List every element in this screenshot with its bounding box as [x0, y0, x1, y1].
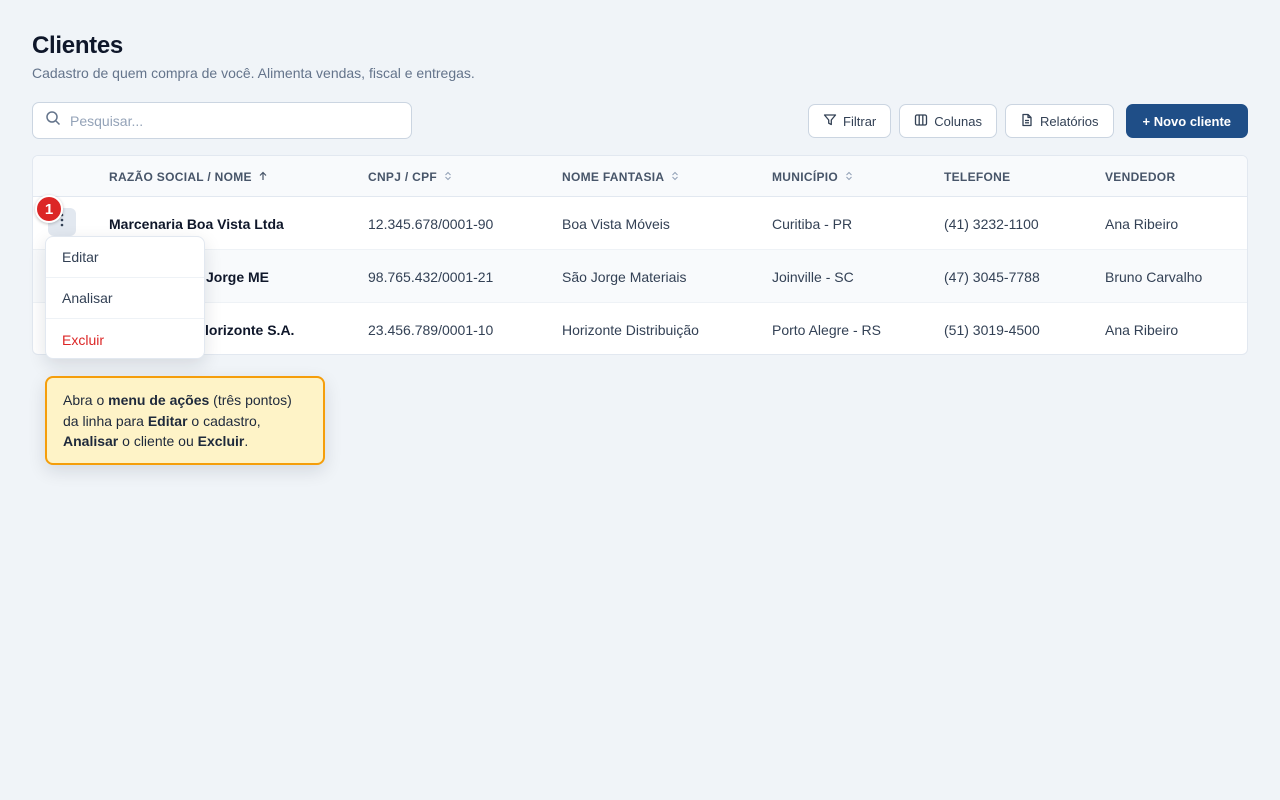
cell-telefone: (51) 3019-4500	[944, 321, 1040, 338]
table-header: RAZÃO SOCIAL / NOME CNPJ / CPF NOME FANT…	[33, 156, 1247, 197]
cell-municipio: Joinville - SC	[772, 268, 854, 285]
cell-vendedor: Ana Ribeiro	[1105, 215, 1179, 232]
column-header-cnpj-label: CNPJ / CPF	[368, 169, 438, 184]
column-header-name[interactable]: RAZÃO SOCIAL / NOME	[109, 156, 268, 197]
row-actions-menu: Editar Analisar Excluir	[45, 236, 205, 359]
filter-button[interactable]: Filtrar	[808, 104, 892, 138]
column-header-vendedor-label: VENDEDOR	[1105, 169, 1176, 184]
document-icon	[1020, 113, 1034, 130]
page-title: Clientes	[32, 32, 123, 59]
cell-vendedor: Ana Ribeiro	[1105, 321, 1179, 338]
column-header-vendedor: VENDEDOR	[1105, 156, 1175, 197]
menu-item-delete[interactable]: Excluir	[46, 319, 204, 358]
column-header-telefone-label: TELEFONE	[944, 169, 1011, 184]
new-client-button[interactable]: + Novo cliente	[1125, 104, 1248, 138]
search-input[interactable]	[70, 112, 390, 129]
cell-vendedor: Bruno Carvalho	[1105, 268, 1203, 285]
search-icon	[45, 110, 61, 131]
cell-telefone: (47) 3045-7788	[944, 268, 1040, 285]
tooltip-emphasis: Editar	[147, 412, 188, 429]
column-header-telefone: TELEFONE	[944, 156, 1010, 197]
cell-fantasia: Horizonte Distribuição	[562, 321, 699, 338]
reports-button-label: Relatórios	[1039, 113, 1099, 129]
column-header-fantasia[interactable]: NOME FANTASIA	[562, 156, 680, 197]
table-row[interactable]: Marcenaria Boa Vista Ltda 12.345.678/000…	[33, 197, 1247, 250]
table-row[interactable]: Jorge ME 98.765.432/0001-21 São Jorge Ma…	[33, 250, 1247, 303]
cell-municipio: Porto Alegre - RS	[772, 321, 881, 338]
columns-button[interactable]: Colunas	[899, 104, 997, 138]
columns-icon	[914, 113, 928, 130]
menu-item-edit[interactable]: Editar	[46, 237, 204, 278]
sort-icon	[844, 170, 854, 184]
page-subtitle: Cadastro de quem compra de você. Aliment…	[32, 65, 475, 81]
search-box[interactable]	[32, 102, 412, 139]
cell-fantasia: Boa Vista Móveis	[562, 215, 670, 232]
filter-icon	[823, 113, 837, 130]
cell-cnpj: 98.765.432/0001-21	[368, 268, 494, 285]
column-header-cnpj[interactable]: CNPJ / CPF	[368, 156, 453, 197]
tooltip-emphasis: Excluir	[197, 433, 245, 449]
cell-name: lorizonte S.A.	[205, 321, 295, 338]
column-header-municipio[interactable]: MUNICÍPIO	[772, 156, 854, 197]
cell-telefone: (41) 3232-1100	[944, 215, 1039, 232]
filter-button-label: Filtrar	[843, 113, 877, 129]
cell-fantasia: São Jorge Materiais	[562, 268, 687, 285]
sort-icon	[443, 170, 453, 184]
step-badge: 1	[35, 195, 63, 223]
column-header-fantasia-label: NOME FANTASIA	[562, 169, 665, 184]
menu-item-analyze[interactable]: Analisar	[46, 278, 204, 319]
tooltip-text: o cliente ou	[118, 433, 198, 449]
tooltip-emphasis: menu de ações	[108, 392, 210, 408]
cell-cnpj: 23.456.789/0001-10	[368, 321, 494, 338]
reports-button[interactable]: Relatórios	[1004, 104, 1114, 138]
sort-ascending-icon	[258, 170, 268, 184]
table-row[interactable]: lorizonte S.A. 23.456.789/0001-10 Horizo…	[33, 303, 1247, 354]
clients-table: RAZÃO SOCIAL / NOME CNPJ / CPF NOME FANT…	[32, 155, 1248, 355]
column-header-name-label: RAZÃO SOCIAL / NOME	[109, 169, 252, 184]
cell-name: Jorge ME	[206, 268, 270, 285]
cell-municipio: Curitiba - PR	[772, 215, 853, 232]
tooltip-emphasis: Analisar	[63, 433, 119, 449]
columns-button-label: Colunas	[934, 113, 982, 129]
tooltip-text: Abra o	[63, 392, 109, 408]
tooltip-text: .	[244, 433, 249, 449]
cell-cnpj: 12.345.678/0001-90	[368, 215, 494, 232]
column-header-municipio-label: MUNICÍPIO	[772, 169, 839, 184]
toolbar: Filtrar Colunas Relatórios + Novo client…	[808, 104, 1248, 138]
tutorial-tooltip: Abra o menu de ações (três pontos) da li…	[45, 376, 325, 465]
tooltip-text: o cadastro,	[187, 412, 261, 429]
sort-icon	[670, 170, 680, 184]
